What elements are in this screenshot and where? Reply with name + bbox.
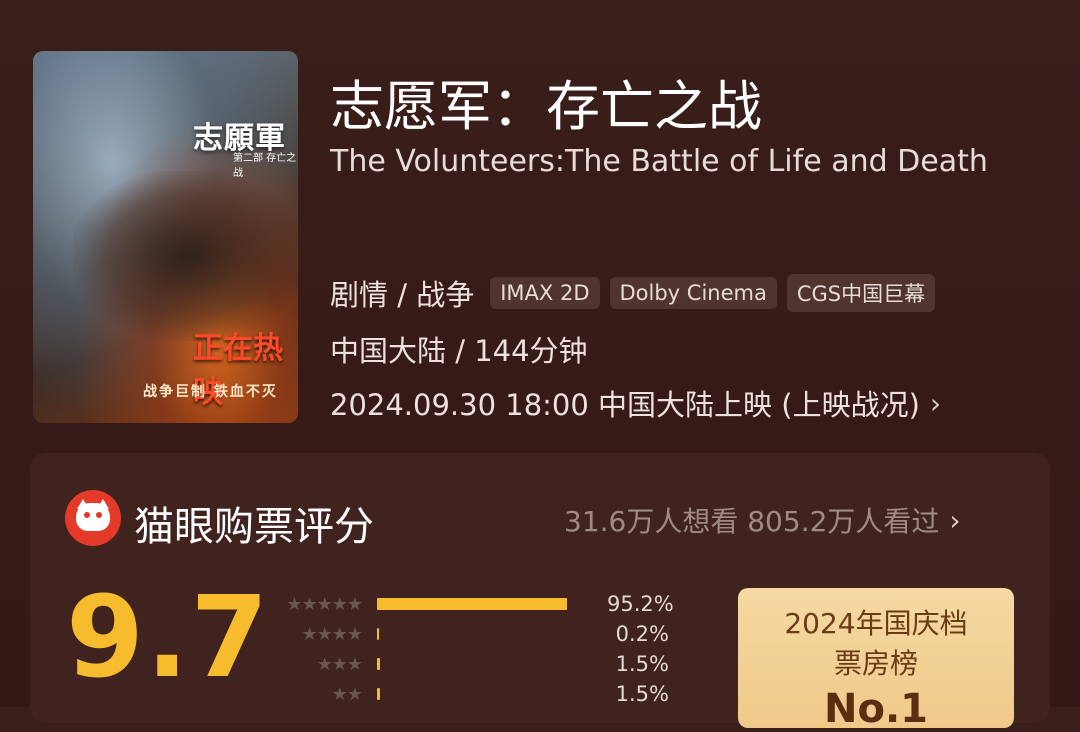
rank-season: 2024年国庆档: [784, 607, 968, 640]
chevron-right-icon: ›: [949, 503, 961, 537]
bar-fill: [377, 688, 380, 700]
poster-soldiers-artwork: [73, 171, 298, 341]
genre-text: 剧情 / 战争: [330, 278, 475, 312]
bar-fill: [377, 628, 379, 640]
bar-5: [377, 598, 577, 610]
percent-2: 1.5%: [615, 682, 669, 706]
maoyan-logo-icon: [65, 490, 121, 546]
percent-5: 95.2%: [607, 592, 674, 616]
stars-2: ★★: [331, 683, 363, 705]
rating-score: 9.7: [66, 573, 271, 703]
bar-3: [377, 658, 577, 670]
distribution-row-3: ★★★ 1.5%: [262, 652, 672, 676]
bar-4: [377, 628, 577, 640]
movie-title-cn: 志愿军：存亡之战: [330, 75, 762, 138]
bar-2: [377, 688, 577, 700]
tag-dolby: Dolby Cinema: [609, 277, 777, 309]
percent-3: 1.5%: [615, 652, 669, 676]
tag-imax: IMAX 2D: [490, 277, 600, 309]
poster-slogan: 战争巨制 铁血不灭: [143, 384, 278, 400]
release-info-link[interactable]: 2024.09.30 18:00 中国大陆上映 (上映战况) ›: [330, 382, 941, 424]
bar-fill: [377, 658, 380, 670]
chevron-right-icon: ›: [929, 386, 942, 420]
distribution-row-5: ★★★★★ 95.2%: [262, 592, 674, 616]
rank-board: 票房榜: [833, 647, 918, 680]
movie-poster[interactable]: 志願軍 第二部 存亡之战 正在热映 战争巨制 铁血不灭: [33, 51, 298, 423]
audience-stats-link[interactable]: 31.6万人想看 805.2万人看过 ›: [564, 500, 961, 540]
stars-3: ★★★: [316, 653, 363, 675]
movie-title-en: The Volunteers:The Battle of Life and De…: [330, 144, 988, 179]
stars-5: ★★★★★: [286, 593, 363, 615]
box-office-rank-card[interactable]: 2024年国庆档 票房榜 No.1: [738, 588, 1014, 732]
bar-fill: [377, 598, 567, 610]
tag-cgs: CGS中国巨幕: [786, 274, 936, 312]
percent-4: 0.2%: [615, 622, 669, 646]
distribution-row-4: ★★★★ 0.2%: [262, 622, 672, 646]
region-duration: 中国大陆 / 144分钟: [330, 334, 588, 368]
stars-4: ★★★★: [301, 623, 363, 645]
rank-position: No.1: [824, 686, 928, 732]
audience-stats-text: 31.6万人想看 805.2万人看过: [564, 505, 940, 538]
release-text: 2024.09.30 18:00 中国大陆上映 (上映战况): [330, 388, 920, 422]
distribution-row-2: ★★ 1.5%: [262, 682, 672, 706]
genre-tags-row: 剧情 / 战争 IMAX 2D Dolby Cinema CGS中国巨幕: [330, 272, 936, 314]
poster-subtitle: 第二部 存亡之战: [233, 153, 297, 179]
rating-title: 猫眼购票评分: [134, 504, 374, 550]
